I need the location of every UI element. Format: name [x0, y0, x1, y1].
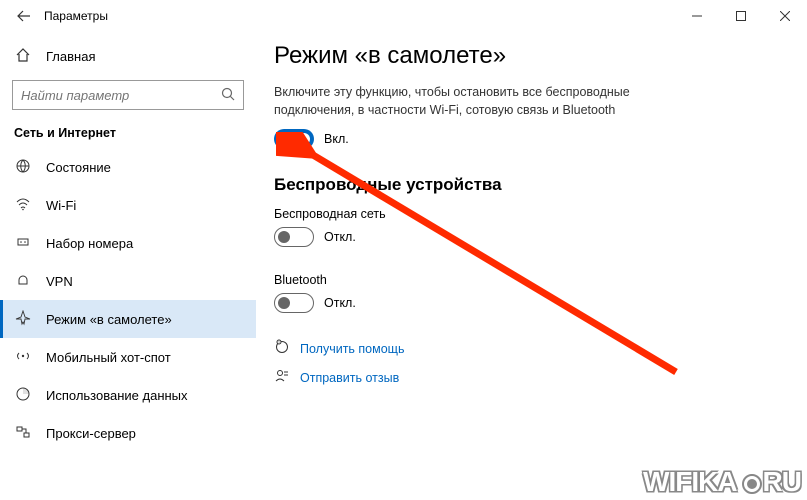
toggle-knob: [278, 231, 290, 243]
maximize-button[interactable]: [719, 0, 763, 32]
feedback-icon: [274, 368, 290, 387]
help-link[interactable]: Получить помощь: [300, 342, 404, 356]
window-controls: [675, 0, 807, 32]
vpn-icon: [14, 272, 32, 291]
home-label: Главная: [46, 49, 95, 64]
bluetooth-subsection: Bluetooth Откл.: [274, 273, 783, 313]
section-heading: Беспроводные устройства: [274, 175, 783, 195]
page-description: Включите эту функцию, чтобы остановить в…: [274, 84, 694, 119]
search-icon: [221, 87, 235, 104]
wifi-toggle-label: Откл.: [324, 230, 356, 244]
window-title: Параметры: [44, 9, 108, 23]
footer-links: ? Получить помощь Отправить отзыв: [274, 339, 783, 387]
proxy-icon: [14, 424, 32, 443]
airplane-toggle-row: Вкл.: [274, 129, 783, 149]
wifi-icon: [14, 196, 32, 215]
sidebar-item-label: Режим «в самолете»: [46, 312, 172, 327]
sidebar-item-hotspot[interactable]: Мобильный хот-спот: [0, 338, 256, 376]
wifi-subsection: Беспроводная сеть Откл.: [274, 207, 783, 247]
sidebar-item-vpn[interactable]: VPN: [0, 262, 256, 300]
bluetooth-toggle-label: Откл.: [324, 296, 356, 310]
sidebar-item-wifi[interactable]: Wi-Fi: [0, 186, 256, 224]
watermark: WIFIKA RU: [643, 466, 801, 498]
sidebar-item-airplane[interactable]: Режим «в самолете»: [0, 300, 256, 338]
search-box[interactable]: [12, 80, 244, 110]
sidebar-item-label: Wi-Fi: [46, 198, 76, 213]
globe-icon: [14, 158, 32, 177]
data-usage-icon: [14, 386, 32, 405]
bluetooth-label: Bluetooth: [274, 273, 783, 287]
feedback-link[interactable]: Отправить отзыв: [300, 371, 399, 385]
page-title: Режим «в самолете»: [274, 42, 783, 70]
home-icon: [14, 47, 32, 66]
sidebar: Главная Сеть и Интернет Состояние Wi-Fi: [0, 32, 256, 500]
home-link[interactable]: Главная: [0, 38, 256, 74]
titlebar: Параметры: [0, 0, 807, 32]
watermark-text-a: WIFIKA: [643, 466, 737, 498]
category-header: Сеть и Интернет: [0, 120, 256, 148]
bluetooth-toggle[interactable]: [274, 293, 314, 313]
sidebar-item-label: Набор номера: [46, 236, 133, 251]
sidebar-item-status[interactable]: Состояние: [0, 148, 256, 186]
back-button[interactable]: [8, 0, 40, 32]
sidebar-item-proxy[interactable]: Прокси-сервер: [0, 414, 256, 452]
toggle-knob: [278, 297, 290, 309]
help-icon: ?: [274, 339, 290, 358]
feedback-link-row: Отправить отзыв: [274, 368, 783, 387]
sidebar-item-label: Мобильный хот-спот: [46, 350, 171, 365]
minimize-button[interactable]: [675, 0, 719, 32]
sidebar-item-label: VPN: [46, 274, 73, 289]
sidebar-item-label: Состояние: [46, 160, 111, 175]
dialup-icon: [14, 234, 32, 253]
help-link-row: ? Получить помощь: [274, 339, 783, 358]
hotspot-icon: [14, 348, 32, 367]
sidebar-item-data-usage[interactable]: Использование данных: [0, 376, 256, 414]
airplane-toggle[interactable]: [274, 129, 314, 149]
watermark-dot-icon: [740, 472, 760, 492]
close-button[interactable]: [763, 0, 807, 32]
sidebar-item-label: Прокси-сервер: [46, 426, 136, 441]
sidebar-item-dialup[interactable]: Набор номера: [0, 224, 256, 262]
airplane-icon: [14, 310, 32, 329]
sidebar-item-label: Использование данных: [46, 388, 188, 403]
search-input[interactable]: [21, 88, 221, 103]
wifi-toggle[interactable]: [274, 227, 314, 247]
toggle-knob: [298, 133, 310, 145]
airplane-toggle-label: Вкл.: [324, 132, 349, 146]
watermark-text-b: RU: [763, 466, 801, 498]
content-pane: Режим «в самолете» Включите эту функцию,…: [256, 32, 807, 500]
wifi-label: Беспроводная сеть: [274, 207, 783, 221]
